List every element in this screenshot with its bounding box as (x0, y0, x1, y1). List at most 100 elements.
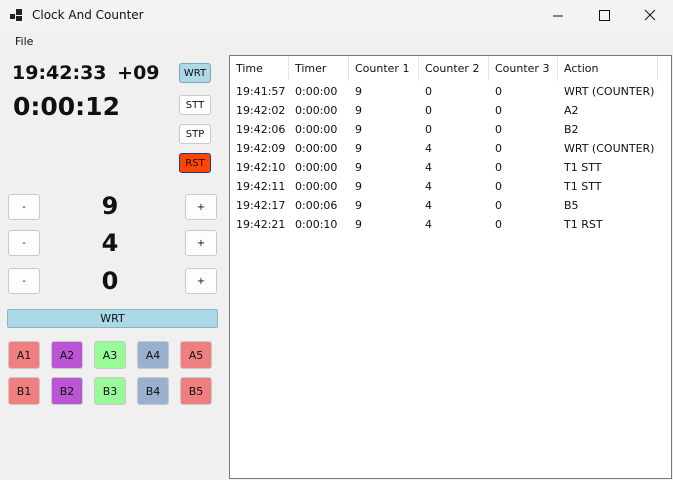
b2-button[interactable]: B2 (51, 377, 83, 405)
column-header-timer[interactable]: Timer (289, 56, 349, 81)
table-row[interactable]: 19:42:02 0:00:00 9 0 0 A2 (230, 101, 671, 120)
cell-counter-3: 0 (495, 104, 502, 117)
table-row[interactable]: 19:42:10 0:00:00 9 4 0 T1 STT (230, 158, 671, 177)
table-row[interactable]: 19:42:17 0:00:06 9 4 0 B5 (230, 196, 671, 215)
cell-counter-3: 0 (495, 199, 502, 212)
clock-display: 19:42:33 +09 (12, 62, 160, 84)
a5-button[interactable]: A5 (180, 341, 212, 369)
cell-time: 19:42:11 (236, 180, 286, 193)
cell-counter-2: 0 (425, 85, 432, 98)
table-row[interactable]: 19:42:11 0:00:00 9 4 0 T1 STT (230, 177, 671, 196)
a1-button[interactable]: A1 (8, 341, 40, 369)
column-header-counter-1[interactable]: Counter 1 (349, 56, 419, 81)
counter-2-value: 4 (101, 229, 119, 257)
counter-3-value: 0 (101, 267, 119, 295)
column-header-action[interactable]: Action (558, 56, 658, 81)
cell-counter-1: 9 (355, 199, 362, 212)
cell-counter-1: 9 (355, 218, 362, 231)
title-bar[interactable]: Clock And Counter (0, 0, 673, 31)
stp-button[interactable]: STP (179, 124, 211, 144)
cell-action: B2 (564, 123, 579, 136)
table-row[interactable]: 19:41:57 0:00:00 9 0 0 WRT (COUNTER) (230, 82, 671, 101)
cell-counter-3: 0 (495, 161, 502, 174)
table-row[interactable]: 19:42:06 0:00:00 9 0 0 B2 (230, 120, 671, 139)
wrt-counter-button[interactable]: WRT (7, 309, 218, 328)
counter-2-plus-button[interactable]: + (185, 230, 217, 256)
cell-action: T1 STT (564, 180, 602, 193)
counter-3-plus-button[interactable]: + (185, 268, 217, 294)
cell-counter-1: 9 (355, 123, 362, 136)
cell-counter-2: 4 (425, 199, 432, 212)
cell-counter-2: 4 (425, 218, 432, 231)
counter-1-value: 9 (101, 192, 119, 220)
b5-button[interactable]: B5 (180, 377, 212, 405)
wrt-button[interactable]: WRT (179, 63, 211, 83)
cell-time: 19:42:06 (236, 123, 286, 136)
cell-action: B5 (564, 199, 579, 212)
column-header-time[interactable]: Time (230, 56, 289, 81)
cell-timer: 0:00:00 (295, 85, 338, 98)
cell-counter-1: 9 (355, 180, 362, 193)
cell-timer: 0:00:00 (295, 104, 338, 117)
counter-2-minus-button[interactable]: - (8, 230, 40, 256)
cell-time: 19:42:10 (236, 161, 286, 174)
cell-timer: 0:00:00 (295, 142, 338, 155)
cell-action: T1 STT (564, 161, 602, 174)
table-header: Time Timer Counter 1 Counter 2 Counter 3… (230, 56, 671, 82)
cell-time: 19:41:57 (236, 85, 286, 98)
cell-time: 19:42:09 (236, 142, 286, 155)
rst-button[interactable]: RST (179, 153, 211, 173)
close-button[interactable] (627, 0, 673, 31)
cell-counter-3: 0 (495, 123, 502, 136)
cell-action: T1 RST (564, 218, 603, 231)
cell-counter-2: 4 (425, 142, 432, 155)
timer-display: 0:00:12 (13, 92, 120, 121)
cell-action: WRT (COUNTER) (564, 142, 655, 155)
log-table[interactable]: Time Timer Counter 1 Counter 2 Counter 3… (229, 55, 672, 479)
minimize-icon (553, 15, 563, 17)
cell-counter-2: 0 (425, 104, 432, 117)
timezone-offset: +09 (117, 62, 160, 84)
counter-1-plus-button[interactable]: + (185, 194, 217, 220)
clock-time: 19:42:33 (12, 62, 107, 84)
cell-timer: 0:00:10 (295, 218, 338, 231)
stt-button[interactable]: STT (179, 95, 211, 115)
window-title: Clock And Counter (32, 8, 144, 22)
minimize-button[interactable] (535, 0, 581, 31)
cell-action: A2 (564, 104, 579, 117)
cell-counter-1: 9 (355, 85, 362, 98)
maximize-button[interactable] (581, 0, 627, 31)
column-header-counter-2[interactable]: Counter 2 (419, 56, 489, 81)
cell-time: 19:42:21 (236, 218, 286, 231)
a3-button[interactable]: A3 (94, 341, 126, 369)
table-row[interactable]: 19:42:09 0:00:00 9 4 0 WRT (COUNTER) (230, 139, 671, 158)
b1-button[interactable]: B1 (8, 377, 40, 405)
menu-bar: File (0, 31, 673, 53)
cell-timer: 0:00:00 (295, 161, 338, 174)
menu-file[interactable]: File (15, 35, 33, 48)
cell-time: 19:42:17 (236, 199, 286, 212)
cell-timer: 0:00:06 (295, 199, 338, 212)
app-icon (10, 9, 22, 21)
cell-counter-1: 9 (355, 161, 362, 174)
cell-time: 19:42:02 (236, 104, 286, 117)
cell-counter-2: 0 (425, 123, 432, 136)
a4-button[interactable]: A4 (137, 341, 169, 369)
column-header-counter-3[interactable]: Counter 3 (489, 56, 558, 81)
counter-3-minus-button[interactable]: - (8, 268, 40, 294)
cell-counter-3: 0 (495, 142, 502, 155)
app-window: Clock And Counter File 19:42:33 +09 0:00… (0, 0, 673, 480)
a2-button[interactable]: A2 (51, 341, 83, 369)
cell-timer: 0:00:00 (295, 180, 338, 193)
cell-timer: 0:00:00 (295, 123, 338, 136)
cell-counter-1: 9 (355, 104, 362, 117)
b4-button[interactable]: B4 (137, 377, 169, 405)
cell-counter-2: 4 (425, 161, 432, 174)
counter-1-minus-button[interactable]: - (8, 194, 40, 220)
cell-counter-3: 0 (495, 85, 502, 98)
cell-counter-1: 9 (355, 142, 362, 155)
b3-button[interactable]: B3 (94, 377, 126, 405)
table-row[interactable]: 19:42:21 0:00:10 9 4 0 T1 RST (230, 215, 671, 234)
maximize-icon (599, 10, 610, 21)
cell-action: WRT (COUNTER) (564, 85, 655, 98)
